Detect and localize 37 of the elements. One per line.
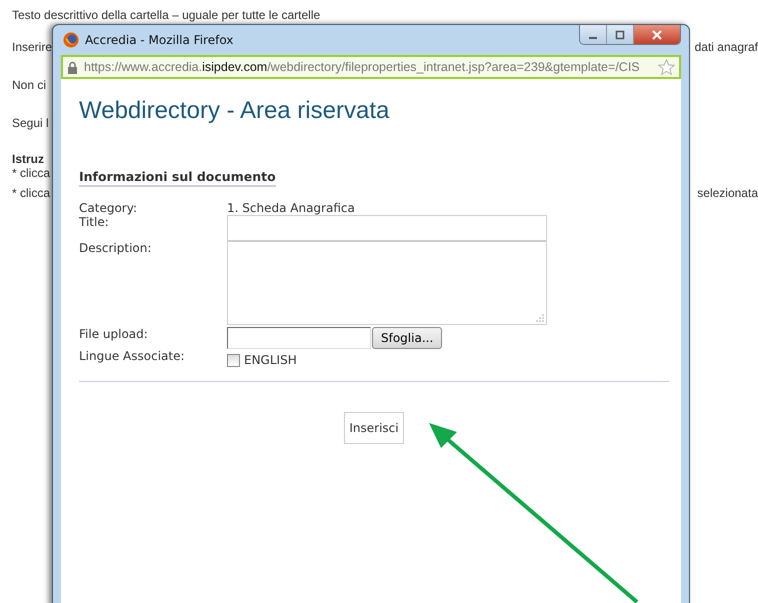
url-text: https://www.accredia.isipdev.com/webdirectory/fileproperties_intranet.jsp?area=239&gtemplate=/CIS xyxy=(84,60,641,74)
minimize-icon xyxy=(589,36,597,38)
page-text: * clicca xyxy=(12,166,50,180)
window-title: Accredia - Mozilla Firefox xyxy=(85,33,234,47)
maximize-icon xyxy=(615,30,625,40)
page-text: Testo descrittivo della cartella – uguale per tutte le cartelle xyxy=(12,7,320,24)
address-bar[interactable]: https://www.accredia.isipdev.com/webdirectory/fileproperties_intranet.jsp?area=239&gtemplate=/CIS xyxy=(61,55,681,79)
description-field[interactable] xyxy=(227,241,547,325)
insert-button[interactable]: Inserisci xyxy=(344,412,404,444)
field-label: File upload: xyxy=(79,327,149,341)
close-icon xyxy=(651,30,663,40)
page-text: Non ci xyxy=(12,77,46,94)
page-text: selezionata xyxy=(697,186,758,200)
maximize-button[interactable] xyxy=(607,25,634,44)
field-label: Description: xyxy=(79,241,152,255)
field-label: Lingue Associate: xyxy=(79,349,186,363)
file-path-field[interactable] xyxy=(227,327,371,349)
resize-grip-icon[interactable] xyxy=(536,314,544,322)
page-text: * clicca xyxy=(12,186,50,200)
page-heading: Webdirectory - Area riservata xyxy=(79,97,390,125)
field-label: Category: xyxy=(79,201,138,215)
title-field[interactable] xyxy=(227,215,547,241)
page-text: Istruz xyxy=(12,152,44,166)
page-text: Inserire xyxy=(12,39,52,56)
checkbox[interactable] xyxy=(227,354,240,366)
browse-button[interactable]: Sfoglia... xyxy=(372,327,442,349)
browser-logo-icon xyxy=(63,32,79,48)
section-heading: Informazioni sul documento xyxy=(79,169,276,187)
field-label: Title: xyxy=(79,215,110,229)
minimize-button[interactable] xyxy=(580,25,607,44)
bookmark-star-icon[interactable] xyxy=(658,58,675,76)
page-text: Segui l xyxy=(12,115,49,132)
lock-icon xyxy=(67,60,78,74)
close-button[interactable] xyxy=(634,25,680,44)
checkbox-label: ENGLISH xyxy=(244,353,297,367)
page-text: dati anagraf xyxy=(694,39,758,56)
field-value: 1. Scheda Anagrafica xyxy=(227,201,355,215)
